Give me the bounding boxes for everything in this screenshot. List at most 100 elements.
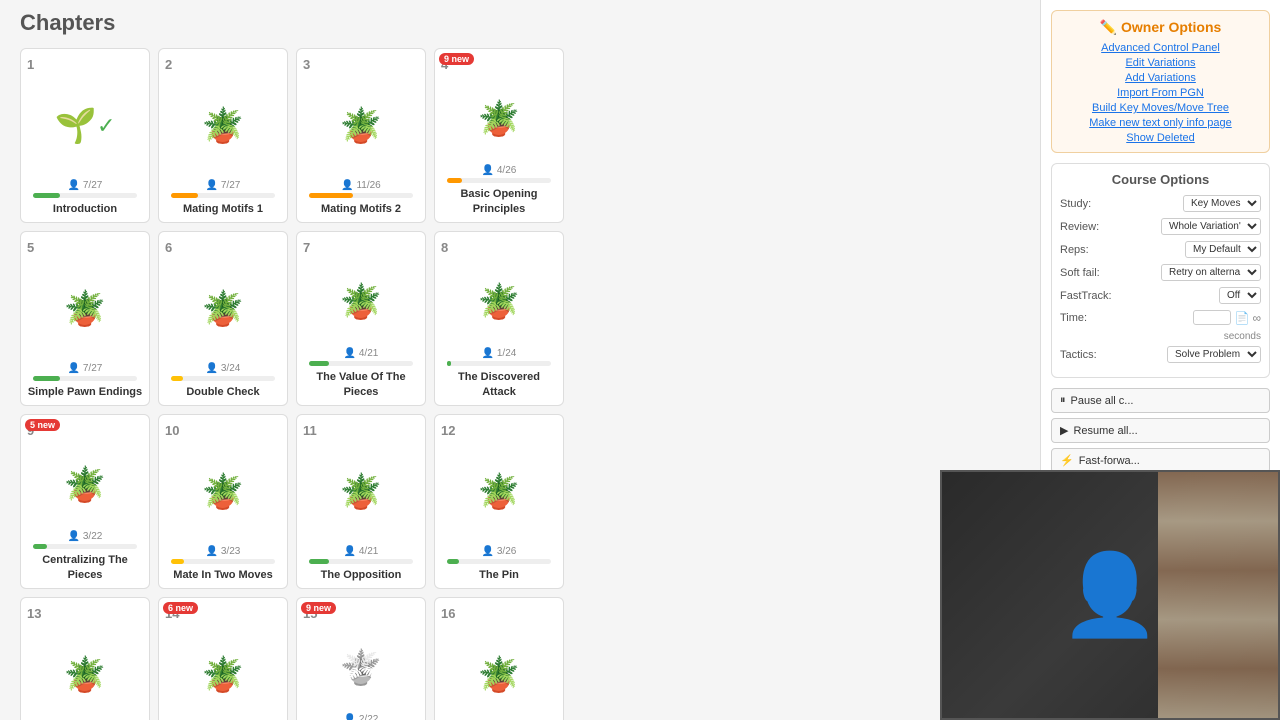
chapter-title: The Pin (479, 568, 519, 582)
chapter-title: Double Check (186, 385, 259, 399)
owner-links: Advanced Control Panel Edit Variations Add… (1060, 42, 1261, 144)
owner-link[interactable]: Advanced Control Panel (1101, 42, 1220, 54)
progress-bar-container (33, 544, 137, 549)
chapter-image: 🪴 (478, 255, 520, 348)
owner-link[interactable]: Make new text only info page (1089, 117, 1231, 129)
chapter-progress: 👤 3/22 (68, 531, 103, 542)
chapter-image: 🪴 (202, 621, 244, 720)
chapter-title: Centralizing The Pieces (27, 553, 143, 582)
chapter-number: 2 (165, 57, 172, 72)
chapter-progress: 👤 7/27 (68, 180, 103, 191)
chapter-progress: 👤 4/21 (344, 546, 379, 557)
chapter-progress: 👤 3/24 (206, 363, 241, 374)
chapter-title: The Opposition (321, 568, 402, 582)
owner-link[interactable]: Import From PGN (1117, 87, 1204, 99)
fasttrack-label: FastTrack: (1060, 290, 1120, 302)
page-title: Chapters (20, 10, 1020, 36)
tactics-select[interactable]: Solve Problem Show Solution (1167, 346, 1261, 363)
pot-icon: 🪴 (340, 472, 382, 512)
action-label: Pause all c... (1071, 395, 1134, 407)
pot-icon: 🪴 (478, 472, 520, 512)
chapter-card[interactable]: 16 🪴 👤 3/26 Combinations (434, 597, 564, 720)
chapter-card[interactable]: 12 🪴 👤 3/26 The Pin (434, 414, 564, 589)
course-options-title: Course Options (1060, 172, 1261, 187)
study-label: Study: (1060, 198, 1120, 210)
chapter-image: 🪴 (340, 621, 382, 714)
softfail-label: Soft fail: (1060, 267, 1120, 279)
pot-icon: 🪴 (478, 282, 520, 322)
time-input[interactable] (1193, 310, 1231, 325)
chapter-image: 🪴 (478, 621, 520, 720)
chapter-image: 🪴 (478, 72, 520, 165)
action-button[interactable]: ⏸Pause all c... (1051, 388, 1270, 413)
chapter-number: 13 (27, 606, 41, 621)
pencil-icon: ✏️ (1100, 19, 1117, 35)
progress-bar (171, 193, 198, 198)
pot-icon: 🪴 (64, 465, 106, 505)
chapter-number: 1 (27, 57, 34, 72)
progress-bar (309, 193, 353, 198)
progress-bar (171, 376, 184, 381)
fasttrack-select[interactable]: Off On (1219, 287, 1261, 304)
chapter-number: 11 (303, 423, 317, 438)
progress-bar-container (171, 376, 275, 381)
chapter-title: The Discovered Attack (441, 370, 557, 399)
main-content: Chapters 1 🌱 ✓ 👤 7/27 Introduction 2 🪴 👤… (0, 0, 1040, 720)
chapter-card[interactable]: 6 new 14 🪴 👤 4/25 Realizing A Material..… (158, 597, 288, 720)
study-select[interactable]: Key Moves All Moves (1183, 195, 1261, 212)
pot-icon: 🪴 (478, 655, 520, 695)
pot-icon: 🪴 (202, 289, 244, 329)
webcam-feed: 👤 (942, 472, 1278, 718)
progress-bar (33, 376, 60, 381)
owner-link[interactable]: Edit Variations (1125, 57, 1195, 69)
progress-bar-container (447, 178, 551, 183)
chess-board-overlay (1158, 472, 1278, 718)
chapter-number: 5 (27, 240, 34, 255)
owner-link[interactable]: Add Variations (1125, 72, 1196, 84)
fasttrack-row: FastTrack: Off On (1060, 287, 1261, 304)
chapter-card[interactable]: 10 🪴 👤 3/23 Mate In Two Moves (158, 414, 288, 589)
chapter-card[interactable]: 9 new 15 🪴 👤 2/22 Open Files And Outpost… (296, 597, 426, 720)
badge-new: 5 new (25, 419, 60, 431)
progress-bar-container (309, 193, 413, 198)
study-row: Study: Key Moves All Moves (1060, 195, 1261, 212)
action-buttons: ⏸Pause all c...▶Resume all...⚡Fast-forwa… (1051, 388, 1270, 473)
chapter-image: 🪴 (478, 438, 520, 546)
chapter-card[interactable]: 7 🪴 👤 4/21 The Value Of The Pieces (296, 231, 426, 406)
action-button[interactable]: ▶Resume all... (1051, 418, 1270, 443)
complete-checkmark: ✓ (97, 113, 115, 139)
progress-bar-container (447, 559, 551, 564)
chapter-progress: 👤 3/26 (482, 546, 517, 557)
action-label: Fast-forwa... (1079, 455, 1140, 467)
progress-bar (447, 178, 463, 183)
progress-bar-container (33, 376, 137, 381)
chapter-card[interactable]: 9 new 4 🪴 👤 4/26 Basic Opening Principle… (434, 48, 564, 223)
reps-select[interactable]: My Default 123 (1185, 241, 1261, 258)
chapter-progress: 👤 2/22 (344, 714, 379, 720)
chapter-title: Mating Motifs 2 (321, 202, 401, 216)
pot-icon: 🪴 (202, 472, 244, 512)
progress-bar-container (171, 193, 275, 198)
progress-bar (447, 361, 451, 366)
chapter-card[interactable]: 11 🪴 👤 4/21 The Opposition (296, 414, 426, 589)
chapter-card[interactable]: 5 new 9 🪴 👤 3/22 Centralizing The Pieces (20, 414, 150, 589)
chapter-card[interactable]: 13 🪴 👤 2/20 The Double Attack (20, 597, 150, 720)
chapter-card[interactable]: 6 🪴 👤 3/24 Double Check (158, 231, 288, 406)
chapter-title: Mating Motifs 1 (183, 202, 263, 216)
chapter-card[interactable]: 1 🌱 ✓ 👤 7/27 Introduction (20, 48, 150, 223)
chapter-card[interactable]: 8 🪴 👤 1/24 The Discovered Attack (434, 231, 564, 406)
chapter-card[interactable]: 2 🪴 👤 7/27 Mating Motifs 1 (158, 48, 288, 223)
owner-options-title: ✏️ Owner Options (1060, 19, 1261, 36)
chapter-card[interactable]: 3 🪴 👤 11/26 Mating Motifs 2 (296, 48, 426, 223)
softfail-select[interactable]: Retry on alterna Fail (1161, 264, 1261, 281)
chapter-image: 🪴 (64, 621, 106, 720)
reps-label: Reps: (1060, 244, 1120, 256)
chapter-card[interactable]: 5 🪴 👤 7/27 Simple Pawn Endings (20, 231, 150, 406)
pot-icon: 🌱 (55, 106, 97, 146)
owner-link[interactable]: Show Deleted (1126, 132, 1195, 144)
review-select[interactable]: Whole Variation' Single Move (1161, 218, 1261, 235)
owner-link[interactable]: Build Key Moves/Move Tree (1092, 102, 1229, 114)
webcam-overlay: 👤 (940, 470, 1280, 720)
time-icon-infinity[interactable]: ∞ (1252, 311, 1261, 325)
time-icon-1[interactable]: 📄 (1234, 311, 1249, 325)
